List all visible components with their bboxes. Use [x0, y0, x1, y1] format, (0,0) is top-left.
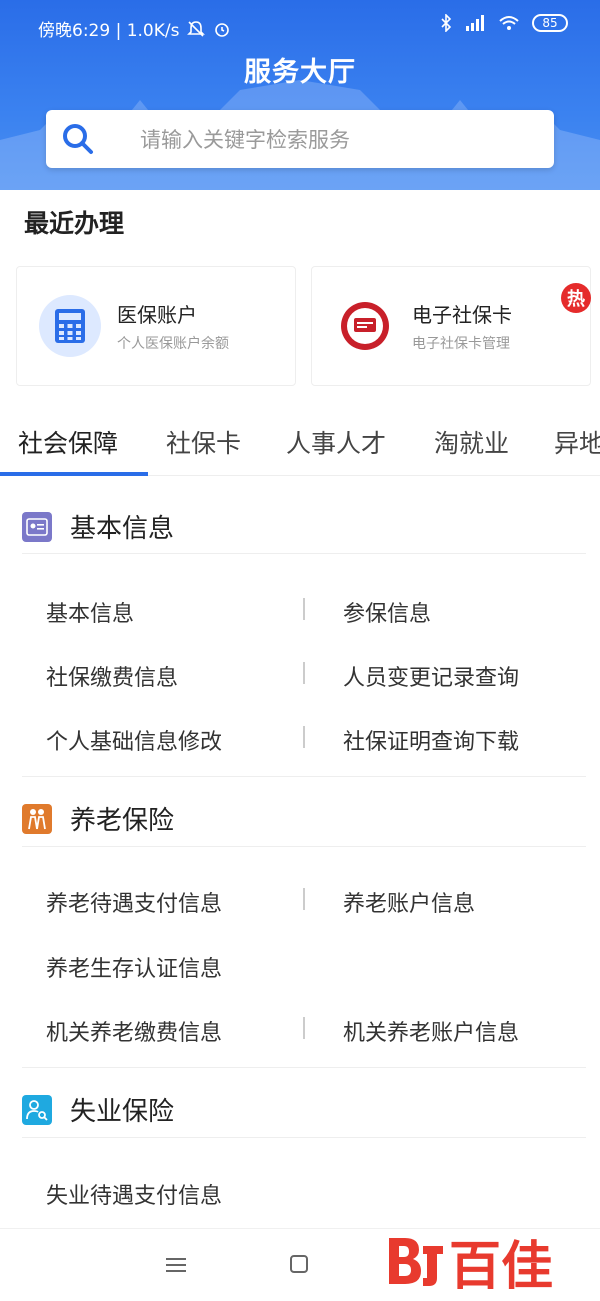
social-security-seal-icon [334, 295, 396, 357]
id-card-icon [22, 511, 52, 542]
person-search-icon [22, 1094, 52, 1125]
service-item[interactable]: 社保证明查询下载 [343, 724, 519, 756]
service-item[interactable]: 养老生存认证信息 [46, 951, 222, 983]
category-header-unemployment: 失业保险 [22, 1091, 174, 1128]
service-item[interactable]: 个人基础信息修改 [46, 724, 222, 756]
category-title: 养老保险 [70, 806, 175, 836]
tab-social-security[interactable]: 社会保障 [18, 424, 118, 460]
category-title: 基本信息 [70, 514, 175, 544]
bluetooth-icon [441, 14, 452, 32]
search-bar[interactable]: 请输入关键字检索服务 [46, 110, 554, 168]
recent-card-social-security-card[interactable]: 电子社保卡 电子社保卡管理 热 [311, 266, 591, 386]
service-item[interactable]: 养老账户信息 [343, 886, 475, 918]
hot-badge: 热 [561, 283, 591, 313]
divider [22, 1067, 586, 1068]
separator [303, 598, 305, 620]
divider [22, 846, 586, 847]
divider [22, 553, 586, 554]
alarm-icon [215, 22, 230, 37]
watermark-logo: 百佳 [389, 1237, 553, 1296]
menu-icon[interactable] [166, 1257, 186, 1273]
card-title: 电子社保卡 [412, 303, 512, 327]
header: 傍晚6:29 | 1.0K/s 85 服务大厅 请输入关键字检索服务 [0, 0, 600, 190]
service-item[interactable]: 社保缴费信息 [46, 660, 178, 692]
category-header-pension: 养老保险 [22, 800, 174, 837]
wifi-icon [499, 16, 519, 30]
tab-employment[interactable]: 淘就业 [434, 424, 509, 460]
service-item[interactable]: 失业待遇支付信息 [46, 1178, 222, 1210]
service-item[interactable]: 基本信息 [46, 596, 134, 628]
mute-bell-icon [187, 20, 206, 37]
recent-card-medical-account[interactable]: 医保账户 个人医保账户余额 [16, 266, 296, 386]
battery-indicator: 85 [532, 14, 568, 32]
home-button[interactable] [290, 1255, 308, 1273]
signal-icon [466, 15, 484, 31]
service-item[interactable]: 参保信息 [343, 596, 431, 628]
status-bar: 傍晚6:29 | 1.0K/s 85 [0, 0, 600, 52]
svg-text:百佳: 百佳 [449, 1237, 553, 1296]
calculator-icon [39, 295, 101, 357]
card-title: 医保账户 [117, 303, 197, 327]
category-header-basic-info: 基本信息 [22, 508, 174, 545]
separator [303, 1017, 305, 1039]
tab-personnel-talent[interactable]: 人事人才 [286, 424, 386, 460]
category-tabs: 社会保障 社保卡 人事人才 淘就业 异地 [0, 414, 600, 476]
divider [22, 1137, 586, 1138]
search-icon[interactable] [60, 121, 96, 157]
active-tab-indicator [0, 472, 148, 476]
separator [303, 662, 305, 684]
recent-section-title: 最近办理 [24, 209, 125, 238]
separator [303, 726, 305, 748]
service-item[interactable]: 机关养老缴费信息 [46, 1015, 222, 1047]
card-subtitle: 电子社保卡管理 [412, 336, 510, 352]
elderly-people-icon [22, 803, 52, 834]
status-time: 傍晚6:29 | 1.0K/s [38, 21, 180, 41]
page-title: 服务大厅 [244, 57, 356, 88]
service-item[interactable]: 养老待遇支付信息 [46, 886, 222, 918]
card-subtitle: 个人医保账户余额 [117, 336, 229, 352]
divider [22, 776, 586, 777]
service-item[interactable]: 机关养老账户信息 [343, 1015, 519, 1047]
search-input[interactable]: 请输入关键字检索服务 [140, 124, 350, 154]
tab-social-card[interactable]: 社保卡 [166, 424, 241, 460]
service-item[interactable]: 人员变更记录查询 [343, 660, 519, 692]
tab-other-place[interactable]: 异地 [554, 424, 600, 460]
separator [303, 888, 305, 910]
category-title: 失业保险 [70, 1097, 175, 1127]
